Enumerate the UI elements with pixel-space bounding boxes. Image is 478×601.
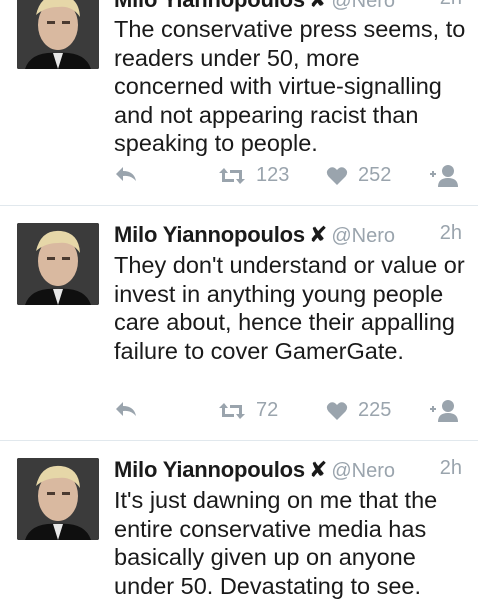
- like-count: 225: [358, 399, 392, 421]
- tweet-text: They don't understand or value or invest…: [114, 252, 465, 364]
- follow-button[interactable]: [428, 164, 462, 188]
- reply-button[interactable]: [114, 399, 138, 419]
- author-handle[interactable]: @Nero: [331, 225, 395, 247]
- like-button[interactable]: 252: [326, 164, 391, 187]
- tweet-time: 2h: [439, 457, 462, 479]
- tweet-actions: 72 225: [114, 399, 466, 429]
- heart-icon: [326, 401, 348, 420]
- author-handle[interactable]: @Nero: [331, 0, 395, 12]
- retweet-icon: [219, 167, 245, 184]
- tweet-timeline: Milo Yiannopoulos✘@Nero 2h The conservat…: [0, 0, 478, 601]
- follow-icon: [430, 400, 458, 422]
- tweet-item[interactable]: Milo Yiannopoulos ✘ @Nero 2h They don't un…: [0, 206, 478, 440]
- tweet-time: 2h: [440, 0, 462, 10]
- author-name[interactable]: Milo Yiannopoulos: [114, 457, 305, 482]
- tweet-item[interactable]: Milo Yiannopoulos ✘ @Nero 2h The conservat…: [0, 0, 478, 205]
- verified-mark-icon: ✘: [309, 0, 327, 12]
- author-name[interactable]: Milo Yiannopoulos: [114, 222, 305, 247]
- reply-icon: [116, 402, 136, 416]
- tweet-item[interactable]: Milo Yiannopoulos ✘ @Nero 2h It's just daw…: [0, 441, 478, 601]
- tweet-header: Milo Yiannopoulos✘@Nero 2h: [114, 222, 464, 252]
- avatar[interactable]: [17, 223, 99, 305]
- author-handle[interactable]: @Nero: [331, 460, 395, 482]
- tweet-time: 2h: [439, 222, 462, 244]
- like-button[interactable]: 225: [326, 399, 391, 422]
- verified-mark-icon: ✘: [308, 457, 328, 482]
- reply-button[interactable]: [114, 164, 138, 184]
- tweet-header: Milo Yiannopoulos✘@Nero 2h: [114, 457, 464, 487]
- retweet-count: 123: [256, 164, 290, 186]
- author-name[interactable]: Milo Yiannopoulos: [114, 0, 305, 12]
- retweet-icon: [219, 402, 245, 419]
- verified-mark-icon: ✘: [308, 222, 328, 247]
- tweet-actions: 123 252: [114, 164, 466, 194]
- retweet-count: 72: [256, 399, 279, 421]
- avatar[interactable]: [17, 0, 99, 69]
- like-count: 252: [358, 164, 392, 186]
- tweet-text: It's just dawning on me that the entire …: [114, 487, 438, 599]
- avatar[interactable]: [17, 458, 99, 540]
- tweet-text: The conservative press seems, to readers…: [114, 16, 466, 156]
- reply-icon: [116, 167, 136, 181]
- follow-icon: [430, 165, 458, 187]
- retweet-button[interactable]: 72: [218, 399, 278, 422]
- retweet-button[interactable]: 123: [218, 164, 289, 187]
- follow-button[interactable]: [428, 399, 462, 423]
- heart-icon: [326, 166, 348, 185]
